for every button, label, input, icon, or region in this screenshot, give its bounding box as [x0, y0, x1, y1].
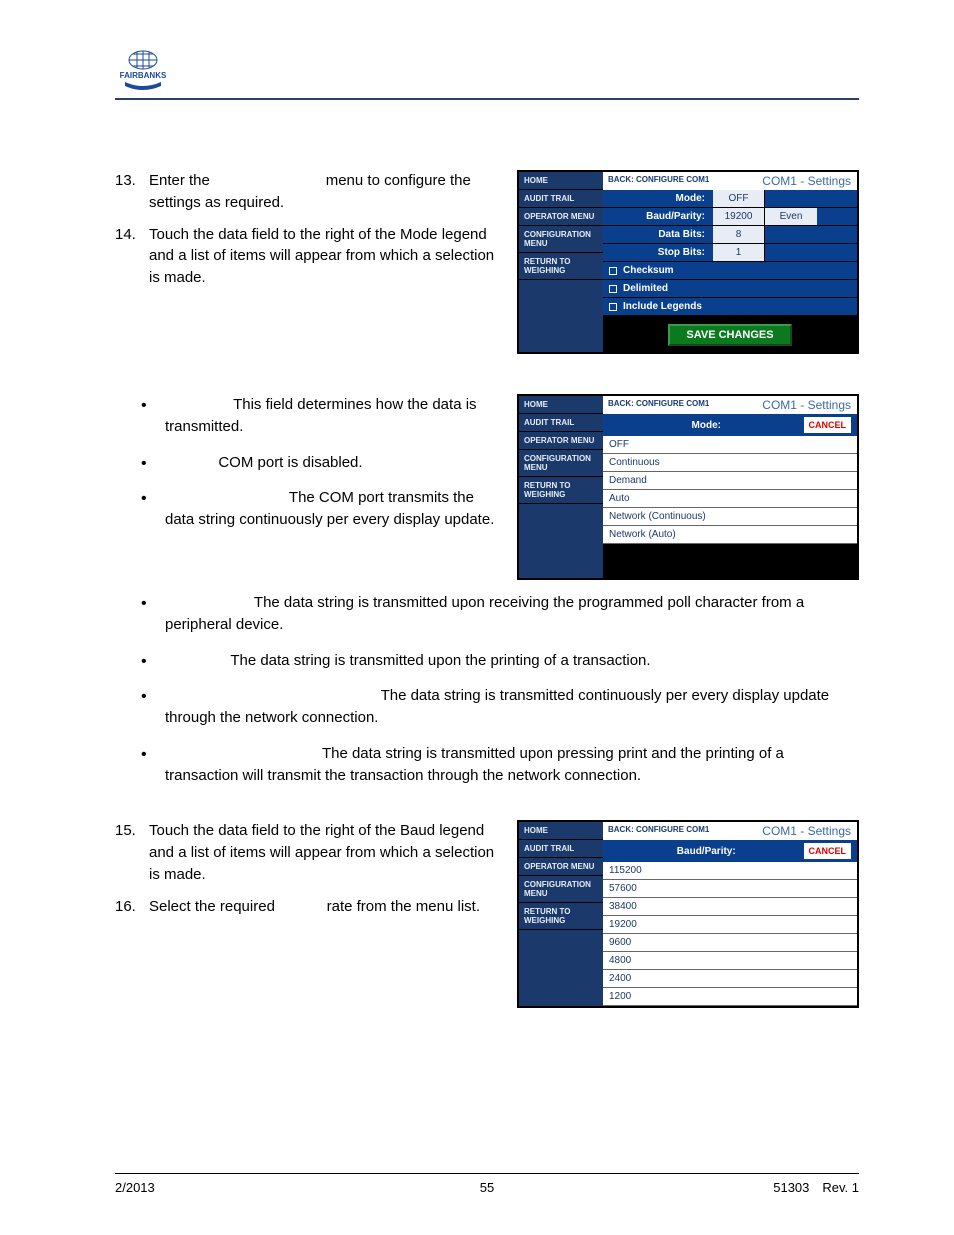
option-off[interactable]: OFF	[603, 436, 857, 454]
option-demand[interactable]: Demand	[603, 472, 857, 490]
baud-value[interactable]: 19200	[713, 208, 765, 225]
baud-2400[interactable]: 2400	[603, 970, 857, 988]
nav-home[interactable]: HOME	[519, 822, 603, 840]
nav-audit[interactable]: AUDIT TRAIL	[519, 414, 603, 432]
panel1-sidebar: HOME AUDIT TRAIL OPERATOR MENU CONFIGURA…	[519, 172, 603, 352]
nav-config[interactable]: CONFIGURATION MENU	[519, 226, 603, 253]
step-15: 15. Touch the data field to the right of…	[115, 820, 497, 885]
baud-label: Baud/Parity:	[603, 208, 713, 225]
panel-title: COM1 - Settings	[756, 822, 857, 840]
baud-38400[interactable]: 38400	[603, 898, 857, 916]
baud-4800[interactable]: 4800	[603, 952, 857, 970]
panel-mode-list: HOME AUDIT TRAIL OPERATOR MENU CONFIGURA…	[517, 394, 859, 580]
databits-value[interactable]: 8	[713, 226, 765, 243]
nav-config[interactable]: CONFIGURATION MENU	[519, 876, 603, 903]
nav-audit[interactable]: AUDIT TRAIL	[519, 840, 603, 858]
nav-config[interactable]: CONFIGURATION MENU	[519, 450, 603, 477]
checkbox-icon	[609, 285, 617, 293]
option-net-auto[interactable]: Network (Auto)	[603, 526, 857, 544]
panel-com1-settings: HOME AUDIT TRAIL OPERATOR MENU CONFIGURA…	[517, 170, 859, 354]
nav-return[interactable]: RETURN TO WEIGHING	[519, 253, 603, 280]
option-net-cont[interactable]: Network (Continuous)	[603, 508, 857, 526]
checkbox-icon	[609, 267, 617, 275]
baud-19200[interactable]: 19200	[603, 916, 857, 934]
baud-115200[interactable]: 115200	[603, 862, 857, 880]
mode-value[interactable]: OFF	[713, 190, 765, 207]
nav-audit[interactable]: AUDIT TRAIL	[519, 190, 603, 208]
bullet-mode: MODE — This field determines how the dat…	[141, 394, 497, 438]
checksum-checkbox[interactable]: Checksum	[603, 262, 857, 280]
back-button[interactable]: BACK: CONFIGURE COM1	[603, 396, 756, 414]
panel-baud-list: HOME AUDIT TRAIL OPERATOR MENU CONFIGURA…	[517, 820, 859, 1008]
back-button[interactable]: BACK: CONFIGURE COM1	[603, 172, 756, 190]
baud-1200[interactable]: 1200	[603, 988, 857, 1006]
nav-home[interactable]: HOME	[519, 172, 603, 190]
baud-9600[interactable]: 9600	[603, 934, 857, 952]
stopbits-value[interactable]: 1	[713, 244, 765, 261]
baud-57600[interactable]: 57600	[603, 880, 857, 898]
stopbits-label: Stop Bits:	[603, 244, 713, 261]
mode-label: Mode:	[603, 190, 713, 207]
bullet-demand: DEMAND — The data string is transmitted …	[141, 592, 859, 636]
step-14: 14. Touch the data field to the right of…	[115, 224, 497, 289]
nav-operator[interactable]: OPERATOR MENU	[519, 432, 603, 450]
legends-checkbox[interactable]: Include Legends	[603, 298, 857, 316]
save-button[interactable]: SAVE CHANGES	[668, 324, 791, 346]
nav-operator[interactable]: OPERATOR MENU	[519, 208, 603, 226]
nav-return[interactable]: RETURN TO WEIGHING	[519, 477, 603, 504]
footer-date: 2/2013	[115, 1180, 363, 1195]
svg-text:FAIRBANKS: FAIRBANKS	[120, 71, 167, 80]
nav-operator[interactable]: OPERATOR MENU	[519, 858, 603, 876]
checkbox-icon	[609, 303, 617, 311]
bullet-net-auto: NETWORK (AUTO) — The data string is tran…	[141, 743, 859, 787]
back-button[interactable]: BACK: CONFIGURE COM1	[603, 822, 756, 840]
step-13: 13. Enter the COMn Settings menu to conf…	[115, 170, 497, 214]
fairbanks-logo: FAIRBANKS	[115, 48, 171, 92]
footer-page: 55	[363, 1180, 611, 1195]
panel-title: COM1 - Settings	[756, 396, 857, 414]
cancel-button[interactable]: CANCEL	[804, 417, 852, 433]
databits-label: Data Bits:	[603, 226, 713, 243]
delimited-checkbox[interactable]: Delimited	[603, 280, 857, 298]
option-auto[interactable]: Auto	[603, 490, 857, 508]
nav-return[interactable]: RETURN TO WEIGHING	[519, 903, 603, 930]
bullet-auto: AUTO — The data string is transmitted up…	[141, 650, 859, 672]
cancel-button[interactable]: CANCEL	[804, 843, 852, 859]
nav-home[interactable]: HOME	[519, 396, 603, 414]
parity-value[interactable]: Even	[765, 208, 817, 225]
panel-title: COM1 - Settings	[756, 172, 857, 190]
bullet-off: OFF — COM port is disabled.	[141, 452, 497, 474]
bullet-continuous: CONTINUOUS — The COM port transmits the …	[141, 487, 497, 531]
option-continuous[interactable]: Continuous	[603, 454, 857, 472]
footer-doc: 51303 Rev. 1	[611, 1180, 859, 1195]
page-footer: 2/2013 55 51303 Rev. 1	[115, 1173, 859, 1195]
baud-header: Baud/Parity:	[609, 846, 804, 857]
page-header: FAIRBANKS	[115, 48, 859, 100]
mode-header: Mode:	[609, 420, 804, 431]
step-16: 16. Select the required BAUD rate from t…	[115, 896, 497, 918]
bullet-net-cont: NETWORK (CONTINUOUS) — The data string i…	[141, 685, 859, 729]
